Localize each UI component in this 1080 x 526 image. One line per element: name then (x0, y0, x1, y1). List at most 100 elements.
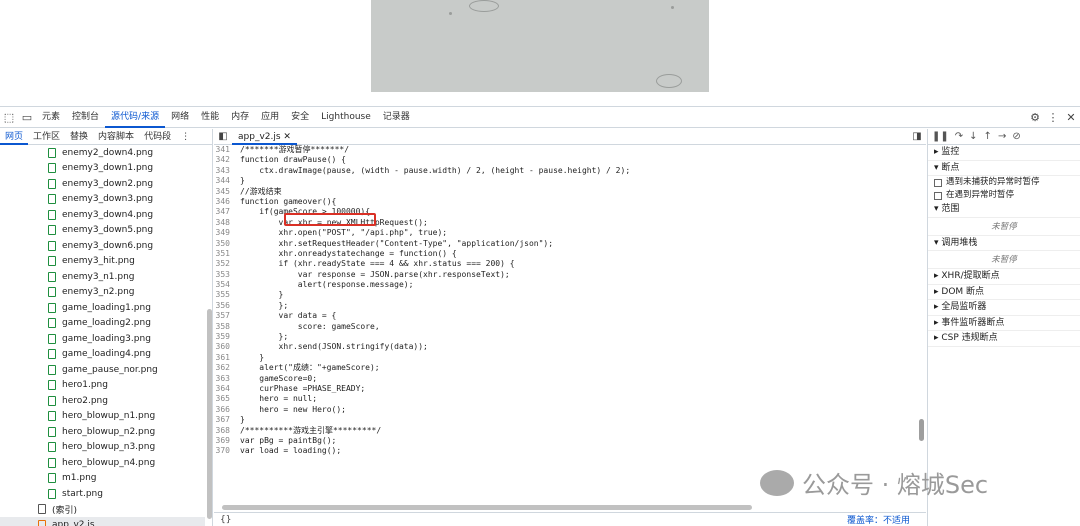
tab-lighthouse[interactable]: Lighthouse (315, 107, 377, 128)
code-line[interactable]: 355 } (214, 290, 926, 300)
subtab-workspace[interactable]: 工作区 (28, 129, 65, 145)
section-watch[interactable]: ▸ 监控 (928, 145, 1080, 161)
line-number[interactable]: 359 (214, 332, 240, 342)
step-into-icon[interactable]: ↓ (969, 131, 977, 142)
section-global-listeners[interactable]: ▸ 全局监听器 (928, 300, 1080, 316)
more-icon[interactable]: ⋮ (176, 129, 195, 145)
file-item[interactable]: enemy3_hit.png (0, 254, 205, 270)
line-number[interactable]: 365 (214, 394, 240, 404)
file-item[interactable]: enemy3_n2.png (0, 285, 205, 301)
code-line[interactable]: 365 hero = null; (214, 394, 926, 404)
line-number[interactable]: 345 (214, 187, 240, 197)
device-toggle-icon[interactable]: ▭ (18, 108, 36, 126)
code-line[interactable]: 360 xhr.send(JSON.stringify(data)); (214, 342, 926, 352)
line-number[interactable]: 370 (214, 446, 240, 456)
line-number[interactable]: 347 (214, 207, 240, 217)
code-line[interactable]: 354 alert(response.message); (214, 280, 926, 290)
tab-console[interactable]: 控制台 (66, 107, 105, 128)
deactivate-breakpoints-icon[interactable]: ⊘ (1012, 131, 1020, 142)
line-number[interactable]: 363 (214, 374, 240, 384)
subtab-content-scripts[interactable]: 内容脚本 (93, 129, 139, 145)
line-number[interactable]: 366 (214, 405, 240, 415)
line-number[interactable]: 357 (214, 311, 240, 321)
file-item[interactable]: hero_blowup_n3.png (0, 440, 205, 456)
code-line[interactable]: 367} (214, 415, 926, 425)
inspect-icon[interactable]: ⬚ (0, 108, 18, 126)
file-item[interactable]: enemy3_down6.png (0, 238, 205, 254)
file-item[interactable]: game_loading4.png (0, 347, 205, 363)
code-line[interactable]: 344} (214, 176, 926, 186)
more-options-icon[interactable]: ⋮ (1044, 108, 1062, 126)
pause-caught-checkbox[interactable]: 在遇到异常时暂停 (928, 189, 1080, 202)
code-line[interactable]: 366 hero = new Hero(); (214, 405, 926, 415)
file-item[interactable]: game_pause_nor.png (0, 362, 205, 378)
line-number[interactable]: 368 (214, 426, 240, 436)
code-line[interactable]: 368/**********游戏主引擎*********/ (214, 426, 926, 436)
tab-application[interactable]: 应用 (255, 107, 285, 128)
file-item[interactable]: hero_blowup_n2.png (0, 424, 205, 440)
tab-security[interactable]: 安全 (285, 107, 315, 128)
line-number[interactable]: 351 (214, 249, 240, 259)
code-line[interactable]: 361 } (214, 353, 926, 363)
file-item[interactable]: enemy3_down2.png (0, 176, 205, 192)
file-item[interactable]: enemy3_down1.png (0, 161, 205, 177)
pause-icon[interactable]: ❚❚ (932, 131, 949, 142)
subtab-overrides[interactable]: 替换 (65, 129, 93, 145)
tab-recorder[interactable]: 记录器 (377, 107, 416, 128)
line-number[interactable]: 350 (214, 239, 240, 249)
code-line[interactable]: 345//游戏结束 (214, 187, 926, 197)
section-dom[interactable]: ▸ DOM 断点 (928, 285, 1080, 300)
code-line[interactable]: 353 var response = JSON.parse(xhr.respon… (214, 270, 926, 280)
section-xhr[interactable]: ▸ XHR/提取断点 (928, 269, 1080, 285)
file-item[interactable]: enemy2_down4.png (0, 145, 205, 161)
line-number[interactable]: 355 (214, 290, 240, 300)
step-icon[interactable]: → (998, 131, 1006, 142)
file-item[interactable]: enemy3_down4.png (0, 207, 205, 223)
editor-file-tab[interactable]: app_v2.js ✕ (232, 129, 297, 145)
file-item[interactable]: hero1.png (0, 378, 205, 394)
file-item[interactable]: game_loading3.png (0, 331, 205, 347)
line-number[interactable]: 361 (214, 353, 240, 363)
checkbox-box[interactable] (934, 191, 942, 200)
line-number[interactable]: 356 (214, 301, 240, 311)
line-number[interactable]: 344 (214, 176, 240, 186)
step-over-icon[interactable]: ↷ (955, 131, 963, 142)
code-line[interactable]: 343 ctx.drawImage(pause, (width - pause.… (214, 166, 926, 176)
file-item[interactable]: game_loading2.png (0, 316, 205, 332)
code-line[interactable]: 369 var pBg = paintBg(); (214, 436, 926, 446)
coverage-status[interactable]: 覆盖率：不适用 (847, 513, 926, 526)
line-number[interactable]: 349 (214, 228, 240, 238)
code-line[interactable]: 359 }; (214, 332, 926, 342)
code-line[interactable]: 356 }; (214, 301, 926, 311)
code-line[interactable]: 357 var data = { (214, 311, 926, 321)
section-breakpoints[interactable]: ▾ 断点 (928, 161, 1080, 176)
line-number[interactable]: 348 (214, 218, 240, 228)
file-item[interactable]: hero2.png (0, 393, 205, 409)
subtab-snippets[interactable]: 代码段 (139, 129, 176, 145)
editor-h-scrollbar[interactable] (222, 505, 752, 510)
file-item[interactable]: (索引) (0, 502, 205, 518)
editor-v-scrollbar[interactable] (919, 419, 924, 441)
file-tree-scrollbar[interactable] (207, 309, 212, 519)
line-number[interactable]: 352 (214, 259, 240, 269)
line-number[interactable]: 360 (214, 342, 240, 352)
game-canvas[interactable] (371, 0, 709, 92)
tab-performance[interactable]: 性能 (195, 107, 225, 128)
pretty-print-button[interactable]: {} (214, 515, 231, 525)
line-number[interactable]: 358 (214, 322, 240, 332)
file-item[interactable]: game_loading1.png (0, 300, 205, 316)
code-line[interactable]: 342 function drawPause() { (214, 155, 926, 165)
step-out-icon[interactable]: ↑ (984, 131, 992, 142)
code-line[interactable]: 352 if (xhr.readyState === 4 && xhr.stat… (214, 259, 926, 269)
file-item[interactable]: enemy3_down5.png (0, 223, 205, 239)
tab-sources[interactable]: 源代码/来源 (105, 107, 166, 128)
line-number[interactable]: 341 (214, 145, 240, 155)
line-number[interactable]: 343 (214, 166, 240, 176)
file-item[interactable]: m1.png (0, 471, 205, 487)
pause-uncaught-checkbox[interactable]: 遇到未捕获的异常时暂停 (928, 176, 1080, 189)
tab-network[interactable]: 网络 (165, 107, 195, 128)
close-icon[interactable]: ✕ (1062, 108, 1080, 126)
code-line[interactable]: 358 score: gameScore, (214, 322, 926, 332)
file-item[interactable]: enemy3_down3.png (0, 192, 205, 208)
code-line[interactable]: 350 xhr.setRequestHeader("Content-Type",… (214, 239, 926, 249)
